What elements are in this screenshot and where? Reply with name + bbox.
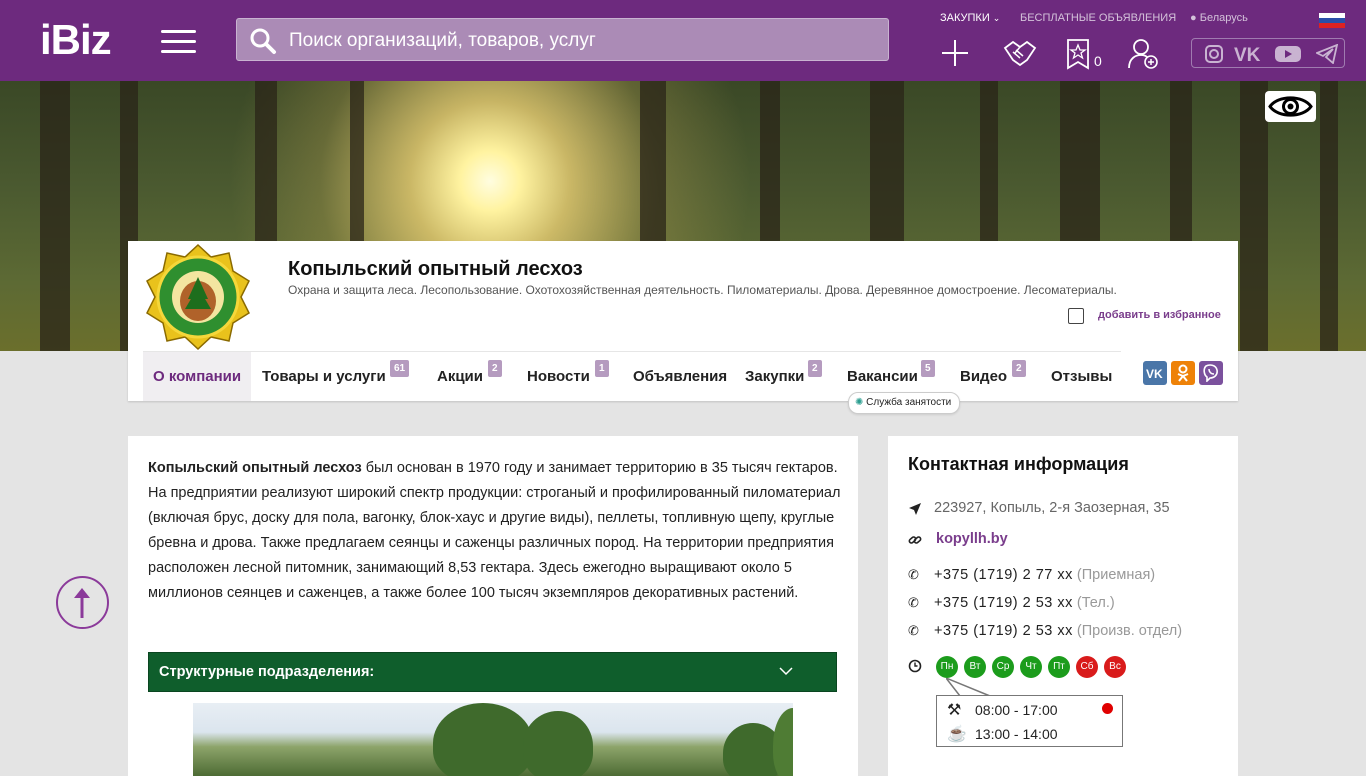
about-body: был основан в 1970 году и занимает терри… xyxy=(148,460,841,601)
break-hours: 13:00 - 14:00 xyxy=(975,726,1058,742)
add-favorite-link[interactable]: добавить в избранное xyxy=(1098,309,1221,321)
phone-note: (Тел.) xyxy=(1076,595,1115,611)
tab-promotions-badge: 2 xyxy=(488,360,502,377)
handshake-icon[interactable] xyxy=(1003,38,1037,68)
tab-news[interactable]: Новости xyxy=(527,352,590,401)
location-arrow-icon xyxy=(909,503,921,515)
hamburger-menu-icon[interactable] xyxy=(161,30,196,54)
tab-products-badge: 61 xyxy=(390,360,410,377)
contact-title: Контактная информация xyxy=(908,454,1129,474)
tab-video[interactable]: Видео xyxy=(960,352,1007,401)
phone-icon: ✆ xyxy=(908,595,919,610)
phone-number[interactable]: +375 (1719) 2 53 xx xyxy=(934,595,1073,611)
coffee-cup-icon: ☕ xyxy=(947,726,967,743)
viber-icon xyxy=(1203,364,1218,382)
day-wednesday: Ср xyxy=(992,656,1014,678)
odnoklassniki-icon xyxy=(1177,364,1189,382)
employment-service-tag[interactable]: ✺ Служба занятости xyxy=(848,392,961,414)
tab-purchases-badge: 2 xyxy=(808,360,822,377)
day-sunday: Вс xyxy=(1104,656,1126,678)
tab-about[interactable]: О компании xyxy=(143,352,252,401)
add-favorite-checkbox[interactable] xyxy=(1068,308,1084,324)
favorites-count: 0 xyxy=(1094,53,1102,69)
eye-icon xyxy=(1268,96,1313,117)
purchases-link[interactable]: ЗАКУПКИ ⌄ xyxy=(940,12,1000,24)
youtube-icon[interactable] xyxy=(1274,44,1302,64)
location-pin-icon: ● xyxy=(1190,12,1197,24)
working-hours: 08:00 - 17:00 xyxy=(975,702,1058,718)
phone-icon: ✆ xyxy=(908,567,919,582)
day-friday: Пт xyxy=(1048,656,1070,678)
phone-number[interactable]: +375 (1719) 2 53 xx xyxy=(934,623,1073,639)
tab-vacancies-badge: 5 xyxy=(921,360,935,377)
free-ads-link[interactable]: БЕСПЛАТНЫЕ ОБЪЯВЛЕНИЯ xyxy=(1020,12,1176,24)
tab-ads[interactable]: Объявления xyxy=(633,352,727,401)
company-photo xyxy=(193,703,793,776)
phone-number[interactable]: +375 (1719) 2 77 xx xyxy=(934,567,1073,583)
search-icon[interactable] xyxy=(249,27,277,55)
address: 223927, Копыль, 2-я Заозерная, 35 xyxy=(934,500,1170,516)
phone-note: (Приемная) xyxy=(1076,567,1156,583)
company-description: Охрана и защита леса. Лесопользование. О… xyxy=(288,283,1117,297)
day-tuesday: Вт xyxy=(964,656,986,678)
tab-reviews[interactable]: Отзывы xyxy=(1051,352,1112,401)
clock-icon xyxy=(908,659,922,673)
day-monday: Пн xyxy=(936,656,958,678)
add-user-icon[interactable] xyxy=(1128,38,1158,70)
website-link[interactable]: kopyllh.by xyxy=(936,531,1008,547)
sparkle-icon: ✺ xyxy=(855,397,864,408)
structure-label: Структурные подразделения: xyxy=(159,664,375,680)
tab-products[interactable]: Товары и услуги xyxy=(262,352,386,401)
search-input[interactable] xyxy=(287,19,881,62)
chevron-down-icon xyxy=(779,667,793,676)
site-logo[interactable]: iBiz xyxy=(40,16,112,64)
company-emblem-logo xyxy=(146,243,250,351)
company-card: Копыльский опытный лесхоз Охрана и защит… xyxy=(128,241,1238,401)
language-flag-icon[interactable] xyxy=(1319,13,1345,28)
chevron-down-icon: ⌄ xyxy=(992,13,1001,23)
instagram-icon[interactable] xyxy=(1204,44,1224,64)
about-company-name: Копыльский опытный лесхоз xyxy=(148,460,362,476)
star-icon[interactable] xyxy=(1066,38,1090,70)
vk-icon: VK xyxy=(1146,367,1163,381)
share-odnoklassniki-button[interactable] xyxy=(1171,361,1195,385)
phone-note: (Произв. отдел) xyxy=(1076,623,1183,639)
svg-text:VK: VK xyxy=(1234,45,1261,64)
social-links: VK xyxy=(1191,38,1345,68)
search-box xyxy=(236,18,889,62)
vk-icon[interactable]: VK xyxy=(1234,44,1264,64)
arrow-up-icon xyxy=(74,588,90,618)
company-name: Копыльский опытный лесхоз xyxy=(288,258,583,280)
about-text: Копыльский опытный лесхоз был основан в … xyxy=(148,456,843,606)
day-thursday: Чт xyxy=(1020,656,1042,678)
about-section: Копыльский опытный лесхоз был основан в … xyxy=(128,436,858,776)
phone-icon: ✆ xyxy=(908,623,919,638)
day-saturday: Сб xyxy=(1076,656,1098,678)
share-vk-button[interactable]: VK xyxy=(1143,361,1167,385)
telegram-icon[interactable] xyxy=(1316,44,1338,64)
top-bar: iBiz ЗАКУПКИ ⌄ БЕСПЛАТНЫЕ ОБЪЯВЛЕНИЯ ● Б… xyxy=(0,0,1366,81)
tab-news-badge: 1 xyxy=(595,360,609,377)
region-selector[interactable]: ● Беларусь xyxy=(1190,12,1248,24)
scroll-up-button[interactable] xyxy=(56,576,109,629)
accessibility-eye-button[interactable] xyxy=(1265,91,1316,122)
share-viber-button[interactable] xyxy=(1199,361,1223,385)
working-hours-popup: ⚒ 08:00 - 17:00 ☕ 13:00 - 14:00 xyxy=(936,695,1123,747)
tab-purchases[interactable]: Закупки xyxy=(745,352,804,401)
contact-panel: Контактная информация 223927, Копыль, 2-… xyxy=(888,436,1238,776)
tab-video-badge: 2 xyxy=(1012,360,1026,377)
tab-promotions[interactable]: Акции xyxy=(437,352,483,401)
closed-status-indicator xyxy=(1102,703,1113,714)
link-icon xyxy=(908,536,922,544)
tools-icon: ⚒ xyxy=(947,702,962,719)
structure-accordion[interactable]: Структурные подразделения: xyxy=(148,652,837,692)
plus-icon[interactable] xyxy=(940,38,970,68)
svg-text:VK: VK xyxy=(1146,367,1163,381)
